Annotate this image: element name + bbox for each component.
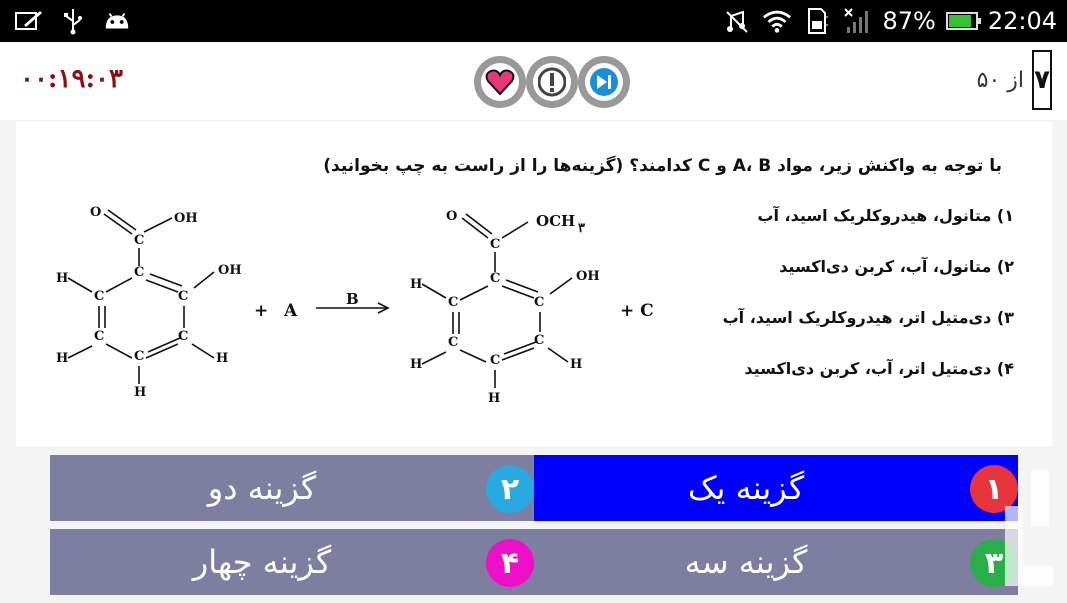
option-2-text: ۲) متانول، آب، کربن دی‌اکسید: [779, 257, 1014, 276]
edit-icon: [14, 7, 44, 35]
oxygen-label: O: [446, 209, 457, 224]
carbon-label: C: [94, 289, 104, 304]
question-options: ۱) متانول، هیدروکلریک اسید، آب ۲) متانول…: [723, 206, 1014, 410]
hydrogen-label: H: [56, 271, 68, 286]
carbon-label: C: [490, 271, 500, 286]
report-button[interactable]: [526, 56, 578, 108]
usb-icon: [58, 7, 88, 35]
question-counter: ۷ از ۵۰: [977, 50, 1052, 110]
methoxy-subscript: ۳: [578, 221, 585, 236]
status-bar: 87% 22:04: [0, 0, 1067, 42]
answer-1-button[interactable]: گزینه یک ۱: [534, 455, 1018, 521]
countdown-timer: ۰۰:۱۹:۰۳: [20, 64, 123, 94]
answer-label: گزینه سه: [684, 543, 808, 581]
plus-sign: +: [254, 301, 268, 321]
hydrogen-label: H: [216, 351, 228, 366]
question-panel: با توجه به واکنش زیر، مواد A، B و C کدام…: [16, 122, 1052, 446]
answer-label: گزینه یک: [687, 469, 805, 507]
answer-label: گزینه دو: [207, 469, 317, 507]
product-c: + C: [620, 301, 654, 321]
carbon-label: C: [490, 353, 500, 368]
sd-card-icon: [802, 7, 832, 35]
carbon-label: C: [134, 233, 144, 248]
clock: 22:04: [987, 7, 1057, 35]
hydroxyl-label: OH: [576, 269, 600, 284]
hydrogen-label: H: [570, 357, 582, 372]
option-3-text: ۳) دی‌متیل اتر، هیدروکلریک اسید، آب: [722, 308, 1014, 327]
wifi-icon: [762, 7, 792, 35]
answer-label: گزینه چهار: [192, 543, 332, 581]
hydrogen-label: H: [134, 385, 146, 400]
android-icon: [102, 7, 132, 35]
favorite-button[interactable]: [474, 56, 526, 108]
carbon-label: C: [448, 295, 458, 310]
answer-number-badge: ۲: [486, 465, 534, 513]
alert-icon: [538, 67, 566, 97]
oxygen-label: O: [90, 205, 101, 220]
hydrogen-label: H: [488, 391, 500, 406]
quiz-header: ۰۰:۱۹:۰۳ ۷ از ۵۰: [0, 42, 1067, 120]
battery-icon: [945, 12, 981, 30]
option-4-text: ۴) دی‌متیل اتر، آب، کربن دی‌اکسید: [744, 359, 1014, 378]
carbon-label: C: [94, 329, 104, 344]
answer-2-button[interactable]: گزینه دو ۲: [50, 455, 534, 521]
hydrogen-label: H: [56, 351, 68, 366]
carbon-label: C: [134, 349, 144, 364]
methoxy-label: OCH: [536, 212, 575, 230]
skip-next-icon: [590, 68, 618, 96]
question-number: ۷: [1032, 50, 1052, 110]
hydroxyl-label: OH: [174, 211, 198, 226]
reagent-b: B: [346, 290, 359, 308]
battery-percent: 87%: [882, 7, 936, 35]
answer-3-button[interactable]: گزینه سه ۳: [534, 529, 1018, 595]
option-1-text: ۱) متانول، هیدروکلریک اسید، آب: [757, 206, 1014, 225]
carbon-label: C: [448, 335, 458, 350]
answer-row: گزینه چهار ۴ گزینه سه ۳: [50, 529, 1018, 595]
carbon-label: C: [134, 265, 144, 280]
answer-4-button[interactable]: گزینه چهار ۴: [50, 529, 534, 595]
carbon-label: C: [178, 289, 188, 304]
carbon-label: C: [178, 329, 188, 344]
carbon-label: C: [490, 237, 500, 252]
silent-icon: [722, 7, 752, 35]
signal-icon: [842, 7, 872, 35]
answer-row: گزینه دو ۲ گزینه یک ۱: [50, 455, 1018, 521]
question-total: از ۵۰: [976, 67, 1024, 93]
hydrogen-label: H: [410, 277, 422, 292]
reaction-diagram: O OH C C OH H C C C C H C H H + A B O OC…: [56, 205, 654, 406]
reagent-a: A: [283, 301, 298, 321]
hydrogen-label: H: [410, 357, 422, 372]
heart-icon: [485, 69, 515, 96]
next-question-button[interactable]: [578, 56, 630, 108]
header-actions: [474, 56, 630, 108]
carbon-label: C: [534, 295, 544, 310]
answer-number-badge: ۴: [486, 539, 534, 587]
app-logo: [1005, 470, 1053, 586]
hydroxyl-label: OH: [218, 263, 242, 278]
answer-grid: گزینه دو ۲ گزینه یک ۱ گزینه چهار ۴ گزینه…: [50, 455, 1018, 603]
carbon-label: C: [534, 333, 544, 348]
